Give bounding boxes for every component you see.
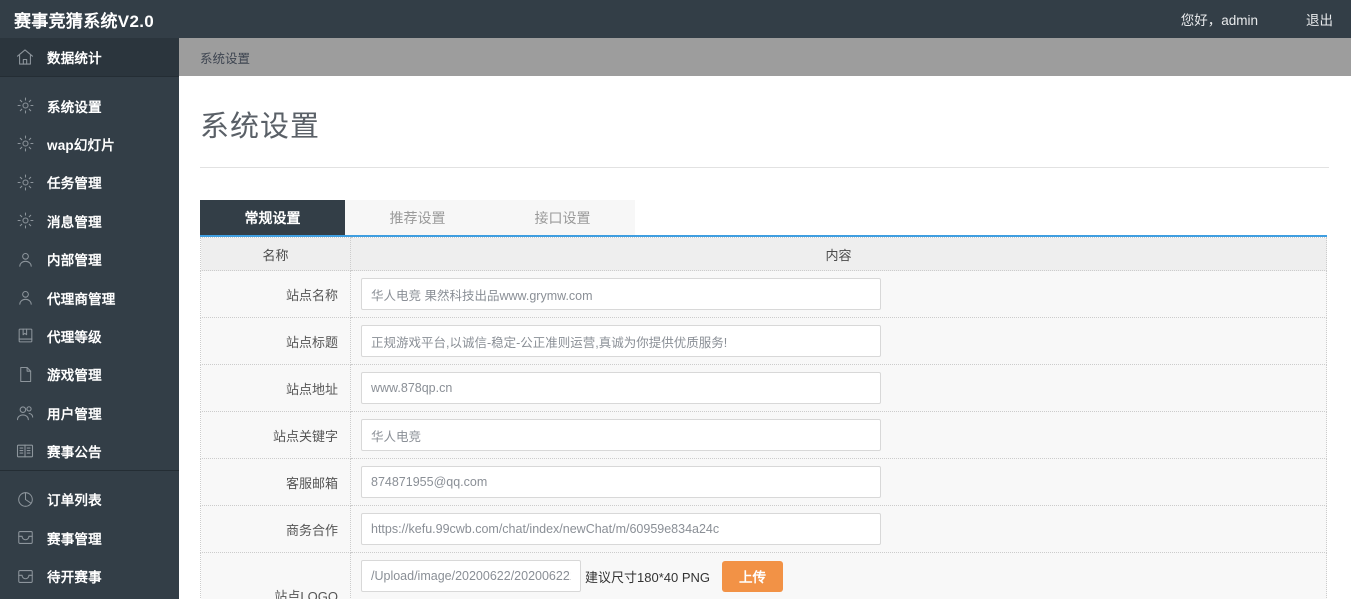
gear-icon [14,95,36,117]
setting-input[interactable] [361,466,881,498]
table-row: 站点关键字 [200,411,1327,459]
table-row: 站点地址 [200,364,1327,412]
inbox-icon [14,527,36,549]
inbox-icon [14,565,36,587]
sidebar-item-label: 数据统计 [47,51,102,67]
open-book-icon [14,440,36,462]
sidebar-item-3[interactable]: wap幻灯片 [0,125,179,163]
logo-size-hint: 建议尺寸180*40 PNG [585,569,710,585]
file-icon [14,363,36,385]
setting-input[interactable] [361,513,881,545]
setting-label-logo: 站点LOGO [200,552,351,599]
table-head: 名称 内容 [200,237,1327,271]
title-divider [200,167,1329,168]
page-title: 系统设置 [200,111,321,143]
sidebar-item-label: 代理商管理 [47,291,116,307]
logo-upload-row: 建议尺寸180*40 PNG 上传 [361,560,1326,592]
sidebar-nav: 数据统计系统设置 wap幻灯片 任务管理消息管理内部管理代理商管理代理等级游戏管理用… [0,38,179,599]
setting-label: 站点关键字 [200,411,351,459]
top-bar-right: 您好，admin 退出 [1181,9,1351,29]
sidebar-item-9[interactable]: 游戏管理 [0,355,179,393]
sidebar-item-list: 数据统计系统设置 wap幻灯片 任务管理消息管理内部管理代理商管理代理等级游戏管理用… [0,38,179,595]
table-row-logo: 站点LOGO 建议尺寸180*40 PNG 上传 [200,552,1327,599]
setting-value-cell [350,458,1327,506]
sidebar-item-label: 订单列表 [47,493,102,509]
sidebar-item-8[interactable]: 代理等级 [0,317,179,355]
table-header-row: 名称 内容 [200,237,1327,271]
sidebar-item-label: 系统设置 [47,99,102,115]
sidebar-item-14[interactable]: 待开赛事 [0,557,179,595]
user-greeting: 您好，admin [1180,13,1258,28]
column-header-name: 名称 [200,237,351,271]
sidebar-item-7[interactable]: 代理商管理 [0,278,179,316]
setting-label: 站点名称 [200,270,351,318]
sidebar-item-label: wap幻灯片 [47,137,115,153]
setting-value-cell [350,411,1327,459]
sidebar-item-label: 游戏管理 [47,368,102,384]
logo-path-input[interactable] [361,560,581,592]
breadcrumb-current: 系统设置 [200,51,251,66]
upload-button[interactable]: 上传 [722,560,783,592]
app-brand-title: 赛事竞猜系统V2.0 [14,11,154,31]
settings-table-wrap: 名称 内容 站点名称站点标题站点地址站点关键字客服邮箱商务合作站点LOGO 建议尺… [200,237,1327,599]
sidebar-item-label: 内部管理 [47,253,102,269]
table-row: 客服邮箱 [200,458,1327,506]
sidebar-item-label: 赛事管理 [47,531,102,547]
sidebar-item-1[interactable]: 数据统计 [0,38,179,77]
sidebar-item-label: 任务管理 [47,176,102,192]
breadcrumb: 系统设置 [179,38,1351,76]
setting-input[interactable] [361,419,881,451]
gear-icon [14,210,36,232]
setting-label: 客服邮箱 [200,458,351,506]
gear-icon [14,133,36,155]
setting-value-cell [350,270,1327,318]
column-header-content: 内容 [350,237,1327,271]
setting-value-cell [350,505,1327,553]
table-body: 站点名称站点标题站点地址站点关键字客服邮箱商务合作站点LOGO 建议尺寸180*4… [200,270,1327,599]
setting-value-cell [350,317,1327,365]
user-icon [14,287,36,309]
setting-value-cell [350,364,1327,412]
settings-table: 名称 内容 站点名称站点标题站点地址站点关键字客服邮箱商务合作站点LOGO 建议尺… [200,237,1327,599]
table-row: 站点名称 [200,270,1327,318]
app-root: 赛事竞猜系统V2.0 您好，admin 退出 数据统计 系统设置 wap幻灯片 任务管… [0,0,1351,599]
logo-value-cell: 建议尺寸180*40 PNG 上传 [350,552,1327,599]
sidebar-item-label: 用户管理 [47,406,102,422]
home-icon [14,46,36,68]
user-icon [14,248,36,270]
setting-label: 站点标题 [200,317,351,365]
setting-input[interactable] [361,325,881,357]
settings-tabs: 常规设置 推荐设置 接口设置 [200,200,1351,235]
tab-1[interactable]: 常规设置 [200,200,345,235]
sidebar-item-11[interactable]: 赛事公告 [0,432,179,470]
tab-3[interactable]: 接口设置 [490,200,635,235]
sidebar-item-6[interactable]: 内部管理 [0,240,179,278]
sidebar-item-12[interactable]: 订单列表 [0,480,179,518]
table-row: 商务合作 [200,505,1327,553]
logout-button[interactable]: 退出 [1306,9,1333,29]
setting-label: 站点地址 [200,364,351,412]
book-icon [14,325,36,347]
tab-2[interactable]: 推荐设置 [345,200,490,235]
setting-input[interactable] [361,278,881,310]
pie-chart-icon [14,488,36,510]
main-content: 系统设置 常规设置推荐设置接口设置 名称 内容 站点名称站点标题站点地址站点关键… [179,76,1351,599]
sidebar-item-4[interactable]: 任务管理 [0,163,179,201]
table-row: 站点标题 [200,317,1327,365]
users-icon [14,402,36,424]
sidebar-item-label: 代理等级 [47,329,102,345]
sidebar-item-2[interactable]: 系统设置 [0,86,179,124]
sidebar-item-5[interactable]: 消息管理 [0,202,179,240]
gear-icon [14,171,36,193]
sidebar-item-13[interactable]: 赛事管理 [0,519,179,557]
setting-label: 商务合作 [200,505,351,553]
top-bar: 赛事竞猜系统V2.0 您好，admin 退出 [0,0,1351,38]
sidebar-item-label: 消息管理 [47,214,102,230]
sidebar-item-10[interactable]: 用户管理 [0,394,179,432]
sidebar-item-label: 赛事公告 [47,445,102,461]
setting-input[interactable] [361,372,881,404]
sidebar-item-label: 待开赛事 [47,570,102,586]
